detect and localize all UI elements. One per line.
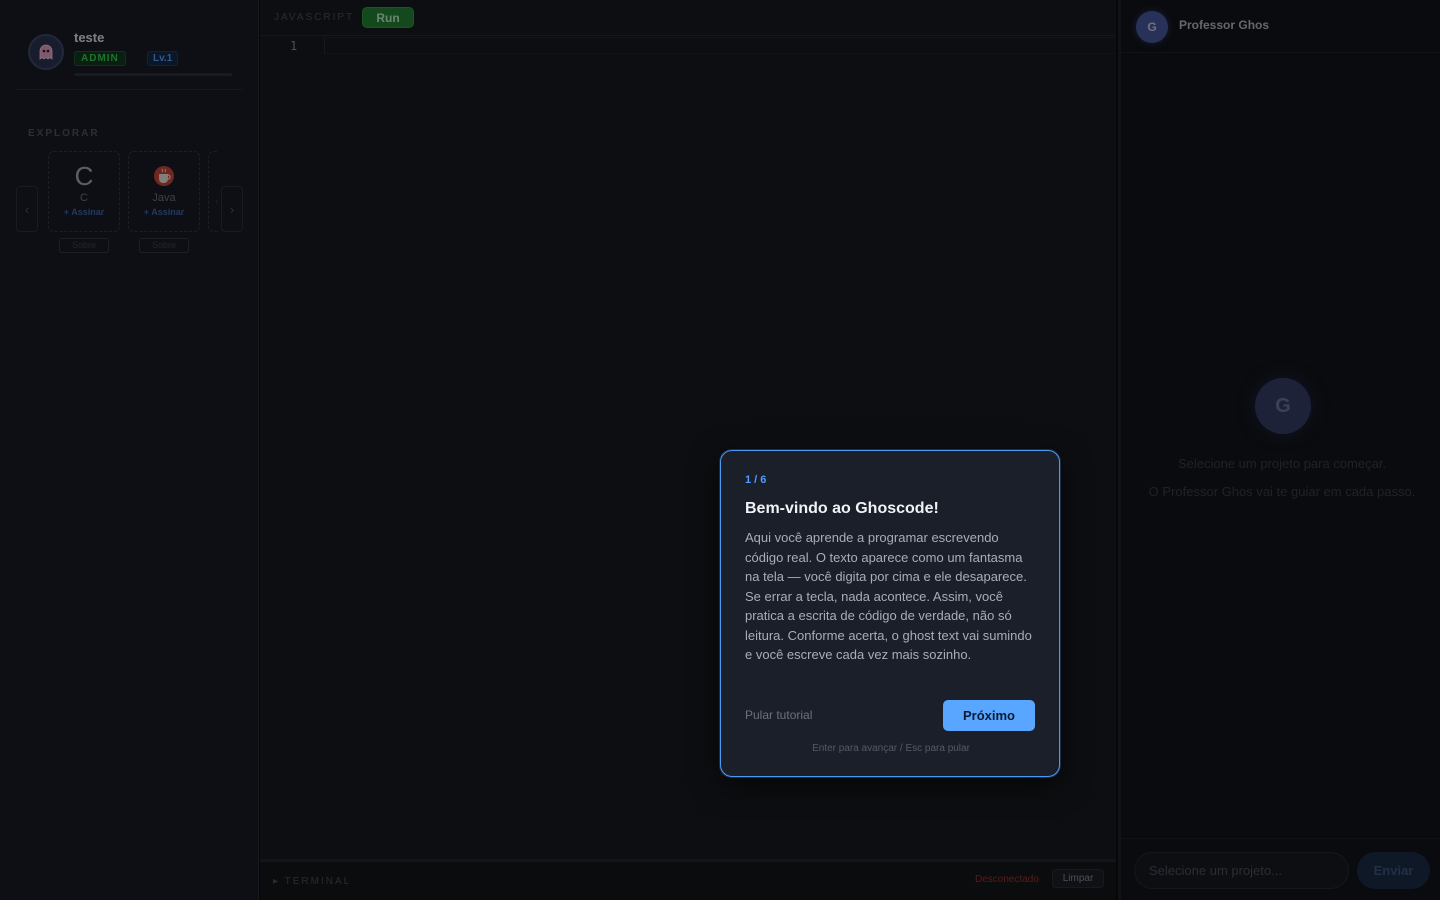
- app-root: teste ADMIN Lv.1 EXPLORAR ‹ C C + Assina…: [0, 0, 1440, 900]
- keyboard-hint: Enter para avançar / Esc para pular: [812, 743, 970, 754]
- next-button[interactable]: Próximo: [943, 700, 1035, 731]
- tutorial-dialog: 1 / 6 Bem-vindo ao Ghoscode! Aqui você a…: [720, 450, 1060, 777]
- step-counter: 1 / 6: [745, 474, 767, 486]
- skip-tutorial-button[interactable]: Pular tutorial: [745, 708, 812, 722]
- dialog-body: Aqui você aprende a programar escrevendo…: [745, 530, 1032, 662]
- dialog-title: Bem-vindo ao Ghoscode!: [745, 500, 939, 517]
